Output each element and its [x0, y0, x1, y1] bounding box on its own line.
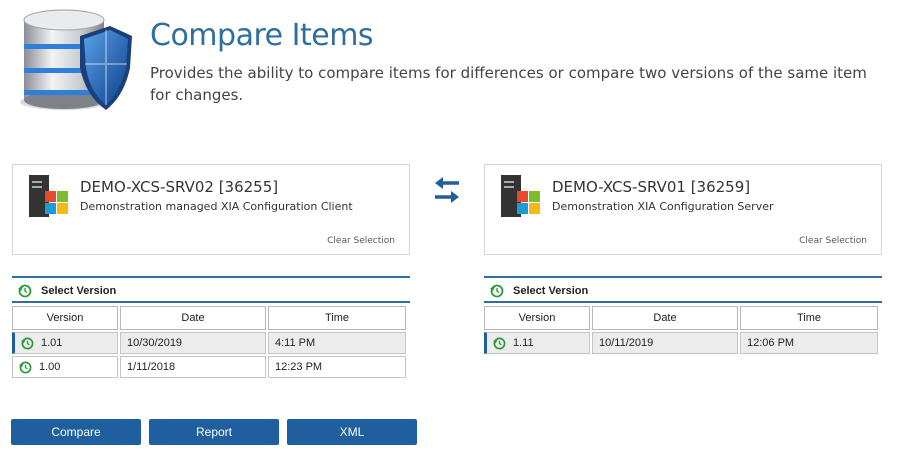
left-version-title: Select Version — [41, 285, 117, 297]
time-cell: 12:06 PM — [740, 332, 878, 354]
left-item-description: Demonstration managed XIA Configuration … — [80, 200, 353, 213]
right-item-card[interactable]: DEMO-XCS-SRV01 [36259] Demonstration XIA… — [484, 164, 882, 255]
time-cell: 12:23 PM — [268, 356, 406, 378]
page-title: Compare Items — [150, 18, 374, 53]
table-row[interactable]: 1.01 10/30/2019 4:11 PM — [12, 332, 406, 354]
column-header-version[interactable]: Version — [12, 306, 118, 330]
column-header-date[interactable]: Date — [120, 306, 266, 330]
windows-server-icon — [29, 175, 68, 217]
version-cell: 1.01 — [41, 337, 63, 349]
right-item-name: DEMO-XCS-SRV01 [36259] — [552, 178, 751, 196]
date-cell: 10/30/2019 — [120, 332, 266, 354]
left-clear-selection-link[interactable]: Clear Selection — [327, 236, 395, 246]
column-header-time[interactable]: Time — [740, 306, 878, 330]
database-shield-icon — [20, 9, 132, 110]
right-version-header: Select Version — [484, 276, 882, 303]
windows-server-icon — [501, 175, 540, 217]
time-cell: 4:11 PM — [268, 332, 406, 354]
left-version-table: Version Date Time 1.01 10/30/2019 4:11 P… — [10, 304, 408, 380]
column-header-version[interactable]: Version — [484, 306, 590, 330]
left-version-header: Select Version — [12, 276, 410, 303]
right-version-title: Select Version — [513, 285, 589, 297]
version-history-icon — [490, 284, 504, 298]
compare-button[interactable]: Compare — [11, 419, 141, 445]
version-cell: 1.00 — [39, 361, 61, 373]
date-cell: 1/11/2018 — [120, 356, 266, 378]
xml-button[interactable]: XML — [287, 419, 417, 445]
date-cell: 10/11/2019 — [592, 332, 738, 354]
left-version-panel: Select Version Version Date Time 1.01 10… — [12, 276, 410, 380]
right-version-panel: Select Version Version Date Time 1.11 10… — [484, 276, 882, 356]
right-clear-selection-link[interactable]: Clear Selection — [799, 236, 867, 246]
table-row[interactable]: 1.00 1/11/2018 12:23 PM — [12, 356, 406, 378]
left-item-card[interactable]: DEMO-XCS-SRV02 [36255] Demonstration man… — [12, 164, 410, 255]
column-header-time[interactable]: Time — [268, 306, 406, 330]
page-description: Provides the ability to compare items fo… — [150, 64, 867, 104]
report-button[interactable]: Report — [149, 419, 279, 445]
version-history-icon — [18, 284, 32, 298]
version-history-icon — [21, 337, 34, 350]
right-version-table: Version Date Time 1.11 10/11/2019 12:06 … — [482, 304, 880, 356]
column-header-date[interactable]: Date — [592, 306, 738, 330]
version-history-icon — [493, 337, 506, 350]
left-item-name: DEMO-XCS-SRV02 [36255] — [80, 178, 279, 196]
version-cell: 1.11 — [513, 337, 534, 349]
swap-arrows-icon[interactable] — [431, 174, 463, 206]
version-history-icon — [19, 361, 32, 374]
table-row[interactable]: 1.11 10/11/2019 12:06 PM — [484, 332, 878, 354]
right-item-description: Demonstration XIA Configuration Server — [552, 200, 774, 213]
